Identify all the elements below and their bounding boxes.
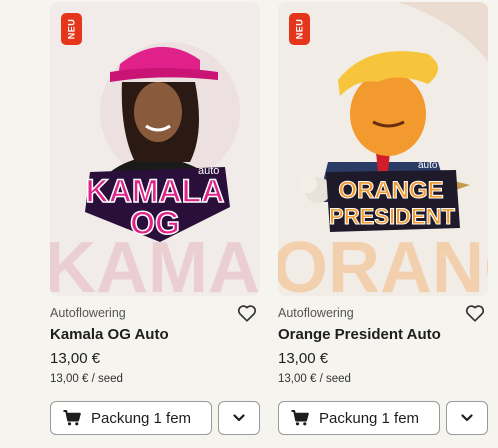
chevron-down-icon [233,414,245,422]
svg-text:PRESIDENT: PRESIDENT [329,204,455,229]
product-card-kamala-og-auto: KAMAL KAMALA OG auto NEU Autoflowering K… [50,0,260,448]
pack-size-dropdown[interactable] [218,401,260,435]
svg-text:auto: auto [418,160,438,171]
unit-price: 13,00 € / seed [50,373,123,385]
heart-outline-icon[interactable] [236,302,258,324]
svg-text:ORANG: ORANG [278,228,488,296]
product-price: 13,00 € [50,350,101,367]
svg-text:ORANGE: ORANGE [338,177,443,204]
new-badge: NEU [289,13,310,45]
svg-text:auto: auto [198,165,219,177]
product-price: 13,00 € [278,350,329,367]
product-category: Autoflowering [278,306,354,320]
unit-price: 13,00 € / seed [278,373,351,385]
product-title[interactable]: Orange President Auto [278,326,441,343]
new-badge: NEU [61,13,82,45]
pack-size-label: Packung 1 fem [91,409,192,427]
kamala-product-illustration: KAMAL KAMALA OG auto [50,2,260,296]
product-title[interactable]: Kamala OG Auto [50,326,169,343]
shopping-cart-icon [291,410,309,426]
svg-text:OG: OG [130,205,180,241]
pack-size-label: Packung 1 fem [319,409,420,427]
heart-outline-icon[interactable] [464,302,486,324]
add-to-cart-button[interactable]: Packung 1 fem [50,401,212,435]
orange-president-product-illustration: ORANG ORANGE PRESIDENT auto [278,2,488,296]
pack-size-dropdown[interactable] [446,401,488,435]
product-image[interactable]: ORANG ORANGE PRESIDENT auto NEU [278,2,488,296]
product-image[interactable]: KAMAL KAMALA OG auto NEU [50,2,260,296]
svg-text:KAMALA: KAMALA [86,173,225,209]
product-grid: KAMAL KAMALA OG auto NEU Autoflowering K… [0,0,498,448]
add-to-cart-button[interactable]: Packung 1 fem [278,401,440,435]
chevron-down-icon [461,414,473,422]
product-card-orange-president-auto: ORANG ORANGE PRESIDENT auto NEU Autoflow… [278,0,488,448]
product-category: Autoflowering [50,306,126,320]
shopping-cart-icon [63,410,81,426]
